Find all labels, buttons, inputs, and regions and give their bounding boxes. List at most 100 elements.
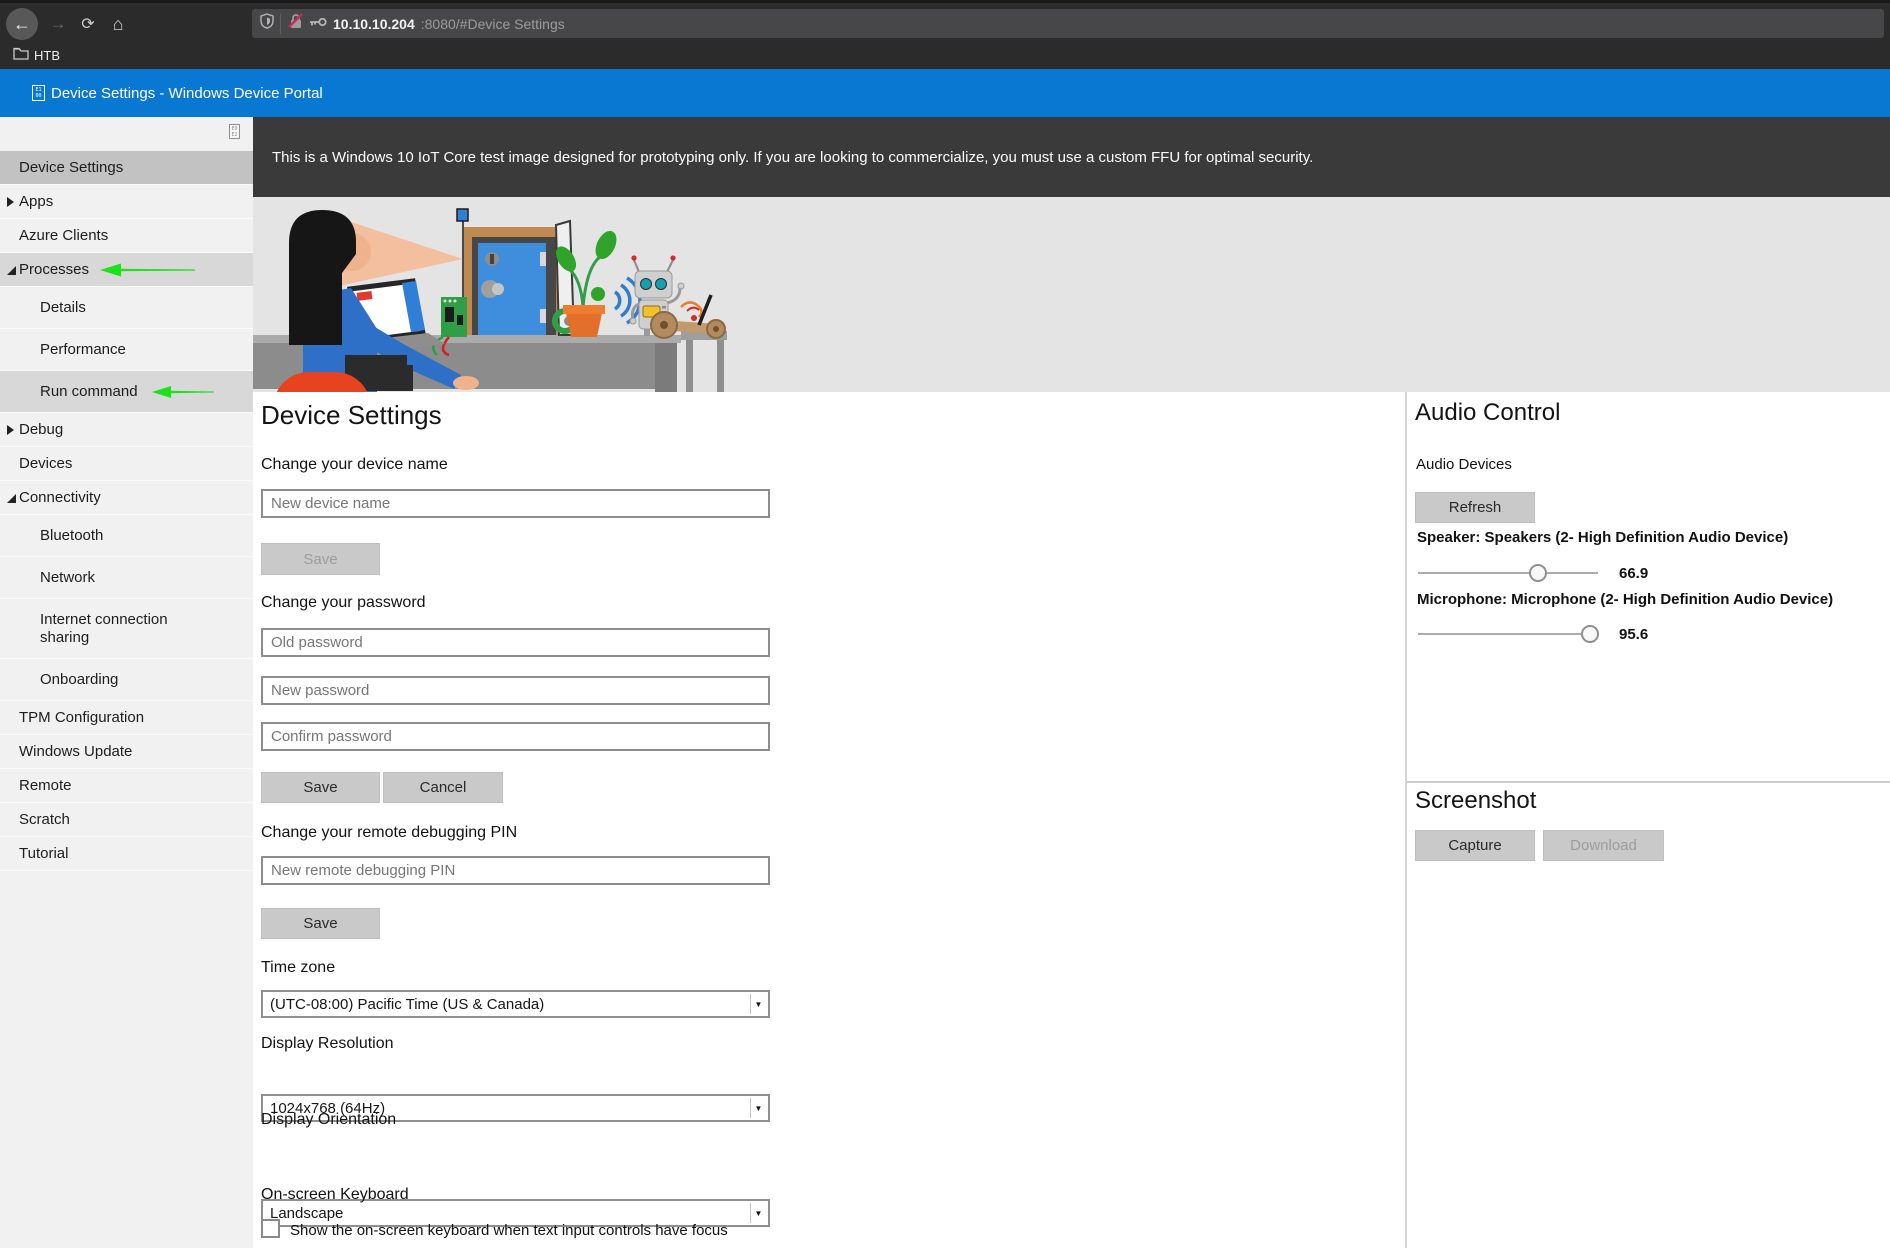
sidebar-item-network[interactable]: Network (0, 557, 253, 599)
screenshot-capture-button[interactable]: Capture (1415, 830, 1535, 861)
orientation-label: Display Orientation (261, 1111, 396, 1129)
sidebar-item-label: Device Settings (19, 159, 123, 176)
sidebar: E0 E2 Device Settings Apps Azure Clients Pr… (0, 117, 253, 1248)
sidebar-item-label: TPM Configuration (19, 709, 144, 726)
url-path: :8080/#Device Settings (421, 16, 565, 32)
sidebar-item-label: Network (40, 569, 95, 586)
sidebar-item-label: Bluetooth (40, 527, 103, 544)
osk-checkbox-label: Show the on-screen keyboard when text in… (290, 1222, 728, 1239)
screenshot-title: Screenshot (1415, 787, 1536, 815)
sidebar-item-remote[interactable]: Remote (0, 769, 253, 803)
bookmark-htb[interactable]: HTB (34, 48, 60, 63)
chevron-expanded-icon (7, 266, 16, 275)
slider-track[interactable] (1418, 572, 1598, 574)
portal-header: E1 00 Device Settings - Windows Device P… (0, 69, 1890, 117)
sidebar-item-details[interactable]: Details (0, 287, 253, 329)
sidebar-item-label: Debug (19, 421, 63, 438)
saved-login-key-icon[interactable] (309, 15, 327, 33)
url-bar[interactable]: 10.10.10.204 :8080/#Device Settings (252, 9, 1884, 38)
sidebar-item-internet-connection-sharing[interactable]: Internet connection sharing (0, 599, 253, 659)
speaker-label: Speaker: Speakers (2- High Definition Au… (1417, 529, 1788, 546)
old-password-input[interactable] (261, 628, 770, 657)
sidebar-item-azure-clients[interactable]: Azure Clients (0, 219, 253, 253)
sidebar-item-label: Remote (19, 777, 72, 794)
sidebar-item-tutorial[interactable]: Tutorial (0, 837, 253, 871)
audio-control-title: Audio Control (1415, 399, 1560, 427)
osk-label: On-screen Keyboard (261, 1186, 409, 1204)
sidebar-nav: Device Settings Apps Azure Clients Processe… (0, 151, 253, 871)
device-name-input[interactable] (261, 489, 770, 518)
sidebar-item-label: Processes (19, 261, 89, 278)
section-divider (1407, 781, 1890, 783)
sidebar-item-label: Scratch (19, 811, 70, 828)
urlbar-separator (280, 14, 281, 34)
audio-devices-label: Audio Devices (1416, 456, 1512, 473)
browser-toolbar: ← → ⟳ ⌂ 10.10.10.204 :8080/#Device Settin… (0, 0, 1890, 42)
sidebar-item-label: Connectivity (19, 489, 101, 506)
notice-banner: This is a Windows 10 IoT Core test image… (253, 117, 1890, 197)
sidebar-top-strip: E0 E2 (0, 117, 253, 151)
device-name-save-button[interactable]: Save (261, 543, 380, 575)
timezone-select[interactable]: (UTC-08:00) Pacific Time (US & Canada) ▼ (261, 990, 770, 1018)
slider-thumb[interactable] (1529, 564, 1547, 582)
sidebar-item-performance[interactable]: Performance (0, 329, 253, 371)
microphone-volume-value: 95.6 (1619, 626, 1648, 643)
portal-title: Device Settings - Windows Device Portal (51, 69, 323, 117)
sidebar-item-tpm-configuration[interactable]: TPM Configuration (0, 701, 253, 735)
resolution-label: Display Resolution (261, 1035, 394, 1053)
debug-pin-input[interactable] (261, 856, 770, 885)
illustration-band (253, 197, 1890, 392)
insecure-lock-icon[interactable] (287, 12, 305, 35)
notice-banner-text: This is a Windows 10 IoT Core test image… (272, 149, 1313, 166)
screenshot-download-button[interactable]: Download (1543, 830, 1664, 861)
sidebar-item-bluetooth[interactable]: Bluetooth (0, 515, 253, 557)
annotation-arrow-icon (100, 262, 195, 278)
chevron-expanded-icon (7, 494, 16, 503)
sidebar-item-processes[interactable]: Processes (0, 253, 253, 287)
timezone-label: Time zone (261, 959, 335, 977)
sidebar-item-windows-update[interactable]: Windows Update (0, 735, 253, 769)
sidebar-item-onboarding[interactable]: Onboarding (0, 659, 253, 701)
sidebar-item-devices[interactable]: Devices (0, 447, 253, 481)
debug-pin-label: Change your remote debugging PIN (261, 824, 517, 842)
orientation-value: Landscape (270, 1205, 343, 1222)
bookmarks-bar: HTB (0, 42, 1890, 69)
sidebar-pin-icon[interactable]: E0 E2 (229, 124, 240, 139)
home-button[interactable]: ⌂ (106, 3, 130, 45)
back-button[interactable]: ← (6, 8, 38, 40)
sidebar-item-device-settings[interactable]: Device Settings (0, 151, 253, 185)
url-host: 10.10.10.204 (333, 16, 415, 32)
iot-illustration (253, 197, 733, 392)
sidebar-item-label: Azure Clients (19, 227, 108, 244)
speaker-volume-slider[interactable]: 66.9 (1418, 564, 1678, 582)
sidebar-item-scratch[interactable]: Scratch (0, 803, 253, 837)
password-save-button[interactable]: Save (261, 772, 380, 803)
sidebar-item-run-command[interactable]: Run command (0, 371, 253, 413)
microphone-label: Microphone: Microphone (2- High Definiti… (1417, 591, 1833, 608)
audio-refresh-button[interactable]: Refresh (1415, 492, 1535, 523)
dropdown-arrow-icon: ▼ (750, 1098, 766, 1118)
sidebar-item-label: Windows Update (19, 743, 132, 760)
chevron-collapsed-icon (7, 197, 14, 207)
reload-button[interactable]: ⟳ (76, 3, 100, 45)
password-cancel-button[interactable]: Cancel (383, 772, 503, 803)
sidebar-item-debug[interactable]: Debug (0, 413, 253, 447)
slider-thumb[interactable] (1581, 625, 1599, 643)
microphone-volume-slider[interactable]: 95.6 (1418, 625, 1678, 643)
dropdown-arrow-icon: ▼ (750, 1203, 766, 1223)
device-name-label: Change your device name (261, 456, 448, 474)
dropdown-arrow-icon: ▼ (750, 994, 766, 1014)
confirm-password-input[interactable] (261, 722, 770, 751)
osk-checkbox[interactable] (261, 1219, 280, 1238)
sidebar-item-label: Onboarding (40, 671, 118, 688)
new-password-input[interactable] (261, 676, 770, 705)
debug-pin-save-button[interactable]: Save (261, 908, 380, 939)
tracking-shield-icon[interactable] (260, 13, 274, 34)
portal-logo-icon: E1 00 (32, 85, 45, 101)
forward-button[interactable]: → (46, 3, 70, 45)
slider-track[interactable] (1418, 633, 1598, 635)
sidebar-item-connectivity[interactable]: Connectivity (0, 481, 253, 515)
sidebar-item-apps[interactable]: Apps (0, 185, 253, 219)
chevron-collapsed-icon (7, 425, 14, 435)
sidebar-item-label: Apps (19, 193, 53, 210)
